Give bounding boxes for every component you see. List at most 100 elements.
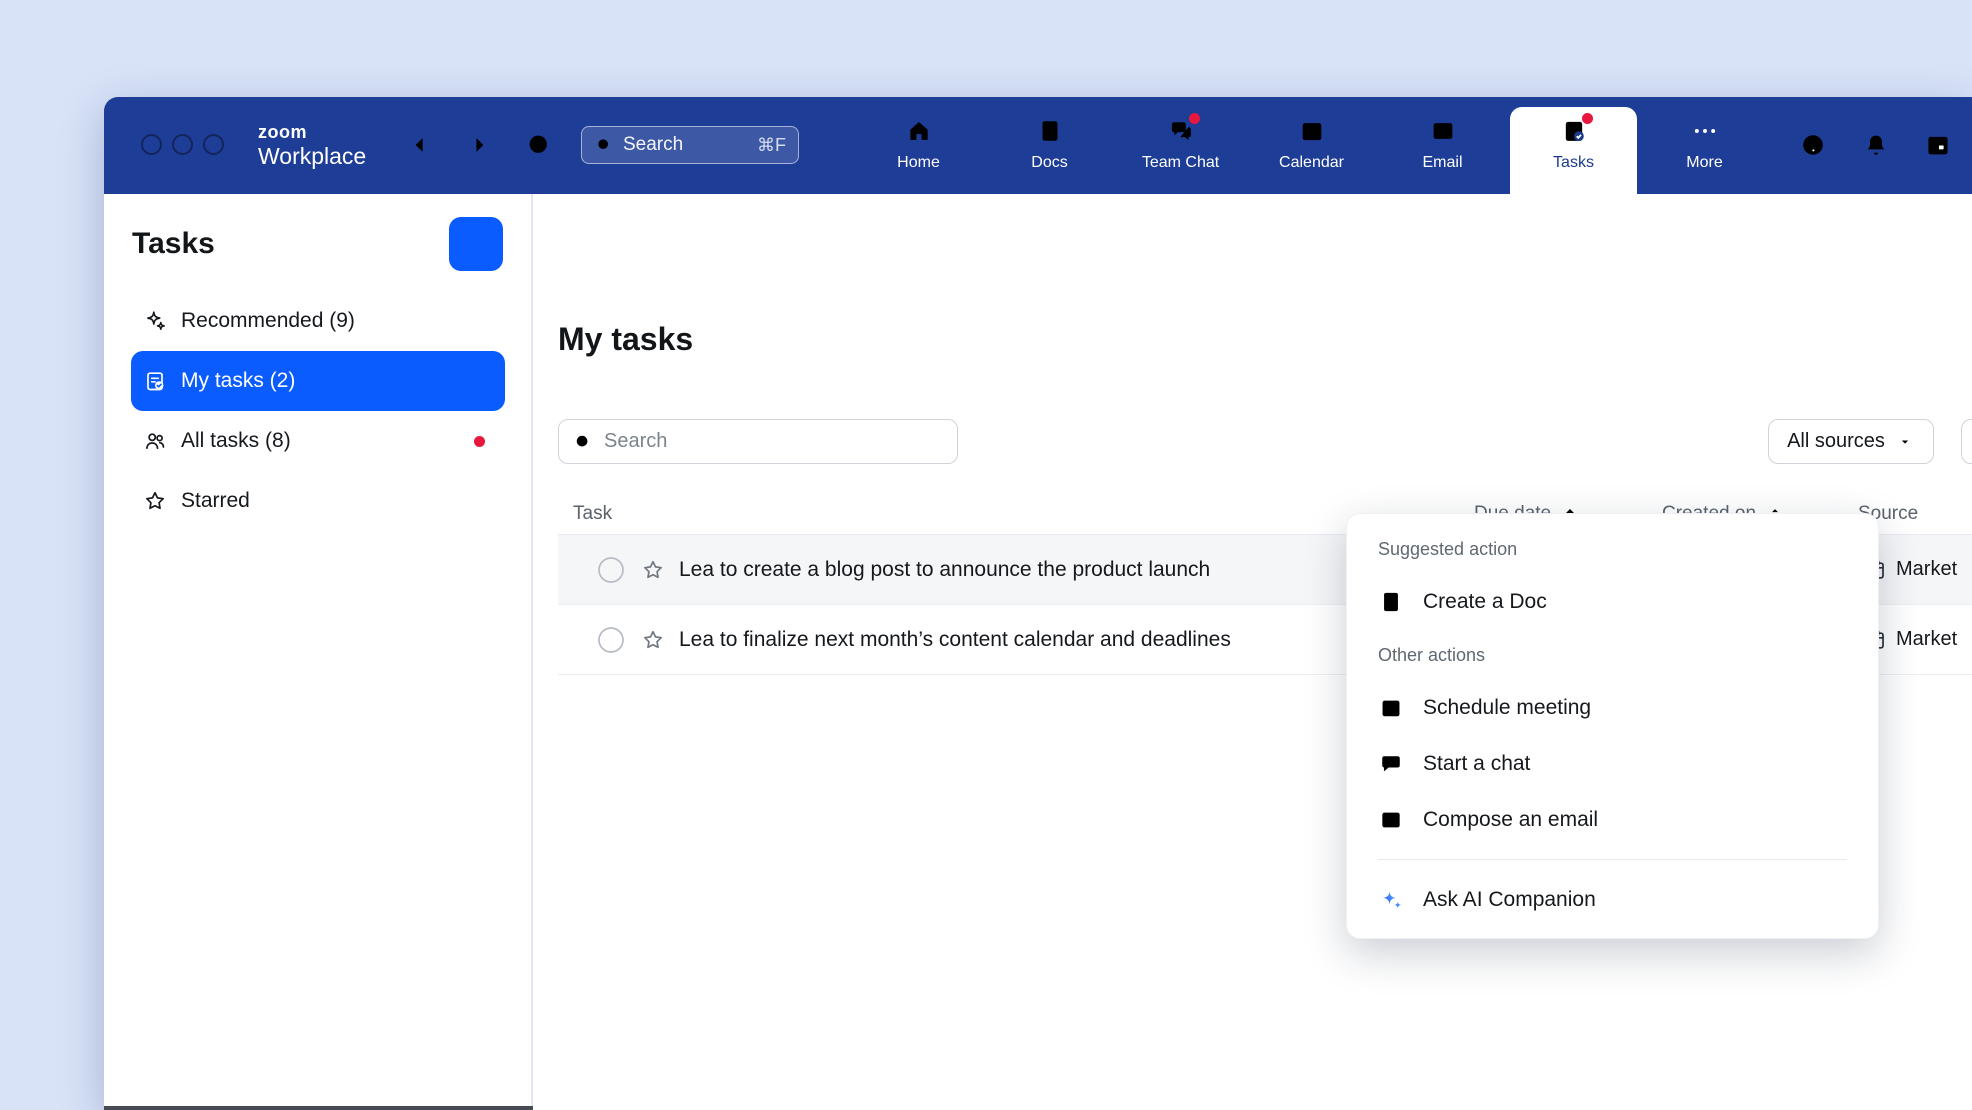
task-title: Lea to finalize next month’s content cal…	[679, 628, 1231, 652]
sidebar-item-label: All tasks (8)	[181, 429, 291, 453]
column-header-task: Task	[573, 503, 612, 525]
chevron-right-icon	[466, 132, 492, 158]
sidebar-item-label: My tasks (2)	[181, 369, 295, 393]
calendar-panel-button[interactable]	[1924, 131, 1952, 162]
search-icon	[572, 431, 594, 453]
my-tasks-icon	[143, 369, 167, 393]
task-search-input[interactable]	[604, 430, 944, 453]
calendar-icon	[1298, 117, 1326, 145]
search-shortcut: ⌘F	[757, 135, 786, 156]
other-actions-label: Other actions	[1347, 630, 1878, 680]
back-button[interactable]	[407, 132, 433, 161]
menu-item-compose-email[interactable]: Compose an email	[1347, 792, 1878, 848]
team-chat-notification-dot	[1189, 113, 1200, 124]
plus-icon	[579, 696, 605, 722]
sidebar-title: Tasks	[132, 227, 215, 261]
nav-home-label: Home	[897, 155, 940, 171]
tasks-notification-dot	[1582, 113, 1593, 124]
window-bottom-edge	[104, 1106, 533, 1110]
star-task-button[interactable]	[641, 628, 665, 652]
doc-icon	[1378, 589, 1404, 615]
task-complete-checkbox[interactable]	[597, 626, 625, 654]
email-icon	[1429, 117, 1457, 145]
help-icon	[1799, 131, 1827, 159]
sidebar-menu: Recommended (9) My tasks (2) All tasks (…	[131, 291, 505, 531]
menu-divider	[1378, 859, 1847, 860]
window-close-button[interactable]	[141, 134, 162, 155]
people-icon	[143, 429, 167, 453]
top-navigation: Home Docs Team Chat	[853, 97, 1770, 194]
new-task-button[interactable]	[449, 217, 503, 271]
sidebar-item-my-tasks[interactable]: My tasks (2)	[131, 351, 505, 411]
forward-button[interactable]	[466, 132, 492, 161]
nav-more-label: More	[1686, 155, 1722, 171]
history-icon	[524, 130, 552, 158]
global-search[interactable]: Search ⌘F	[581, 126, 799, 164]
chat-bubble-icon	[1378, 751, 1404, 777]
nav-email-label: Email	[1422, 155, 1462, 171]
top-header: zoom Workplace Search ⌘F	[104, 97, 1972, 194]
zoom-workplace-window: zoom Workplace Search ⌘F	[104, 97, 1972, 1110]
nav-more[interactable]: More	[1639, 97, 1770, 194]
chevron-left-icon	[407, 132, 433, 158]
more-icon	[1691, 117, 1719, 145]
menu-item-create-doc[interactable]: Create a Doc	[1347, 574, 1878, 630]
task-complete-checkbox[interactable]	[597, 556, 625, 584]
plus-icon	[463, 231, 489, 257]
nav-team-chat-label: Team Chat	[1142, 155, 1219, 171]
sidebar-item-recommended[interactable]: Recommended (9)	[131, 291, 505, 351]
zoom-logo-text: zoom	[258, 123, 366, 141]
window-zoom-button[interactable]	[203, 134, 224, 155]
chevron-down-icon	[1895, 432, 1915, 452]
sources-filter-label: All sources	[1787, 430, 1885, 453]
notifications-button[interactable]	[1862, 131, 1890, 162]
workplace-logo-text: Workplace	[258, 145, 366, 168]
home-icon	[905, 117, 933, 145]
nav-calendar-label: Calendar	[1279, 155, 1344, 171]
page-title: My tasks	[558, 321, 693, 358]
desktop: zoom Workplace Search ⌘F	[0, 0, 1972, 1110]
ai-companion-icon	[1378, 887, 1404, 913]
all-tasks-notification-dot	[474, 436, 485, 447]
docs-icon	[1036, 117, 1064, 145]
nav-tasks[interactable]: Tasks	[1508, 97, 1639, 194]
nav-home[interactable]: Home	[853, 97, 984, 194]
suggested-action-label: Suggested action	[1347, 524, 1878, 574]
nav-docs[interactable]: Docs	[984, 97, 1115, 194]
help-button[interactable]	[1799, 131, 1827, 162]
calendar-plus-icon	[1378, 695, 1404, 721]
nav-tasks-label: Tasks	[1553, 155, 1594, 171]
source-label: Market	[1896, 628, 1957, 651]
window-minimize-button[interactable]	[172, 134, 193, 155]
task-title: Lea to create a blog post to announce th…	[679, 558, 1210, 582]
window-controls	[141, 134, 224, 155]
sidebar-item-starred[interactable]: Starred	[131, 471, 505, 531]
menu-item-start-chat[interactable]: Start a chat	[1347, 736, 1878, 792]
task-actions-menu: Suggested action Create a Doc Other acti…	[1346, 513, 1879, 939]
clipped-filter-control[interactable]	[1961, 419, 1972, 464]
sidebar-item-all-tasks[interactable]: All tasks (8)	[131, 411, 505, 471]
nav-email[interactable]: Email	[1377, 97, 1508, 194]
sources-filter-dropdown[interactable]: All sources	[1768, 419, 1934, 464]
task-search[interactable]	[558, 419, 958, 464]
nav-team-chat[interactable]: Team Chat	[1115, 97, 1246, 194]
sparkles-icon	[143, 309, 167, 333]
zoom-workplace-logo: zoom Workplace	[258, 123, 366, 168]
star-icon	[143, 489, 167, 513]
menu-item-schedule-meeting[interactable]: Schedule meeting	[1347, 680, 1878, 736]
add-task-button[interactable]	[579, 696, 605, 722]
star-task-button[interactable]	[641, 558, 665, 582]
sidebar-item-label: Recommended (9)	[181, 309, 355, 333]
global-search-placeholder: Search	[623, 134, 683, 156]
source-label: Market	[1896, 558, 1957, 581]
envelope-icon	[1378, 807, 1404, 833]
calendar-date-icon	[1924, 131, 1952, 159]
menu-item-ask-ai-companion[interactable]: Ask AI Companion	[1347, 872, 1878, 928]
history-button[interactable]	[524, 130, 552, 161]
sidebar-item-label: Starred	[181, 489, 250, 513]
search-icon	[594, 135, 614, 155]
nav-calendar[interactable]: Calendar	[1246, 97, 1377, 194]
nav-docs-label: Docs	[1031, 155, 1067, 171]
tasks-sidebar: Tasks Recommended (9) M	[104, 194, 532, 1110]
bell-icon	[1862, 131, 1890, 159]
